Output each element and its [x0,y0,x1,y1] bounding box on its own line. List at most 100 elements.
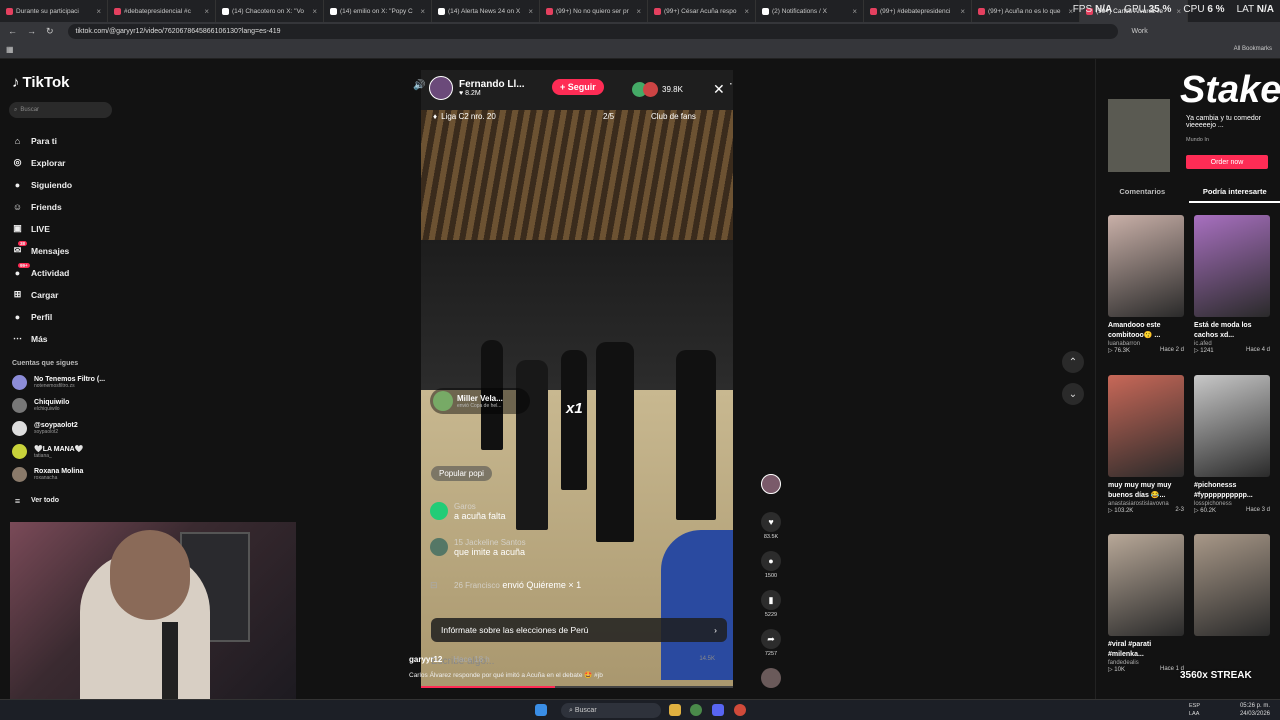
close-tab-icon[interactable]: × [852,7,857,16]
back-icon[interactable]: ← [8,26,17,37]
close-tab-icon[interactable]: × [636,7,641,16]
upload-icon: ⊞ [13,289,22,299]
avatar [12,398,27,413]
sidebar-item-cargar[interactable]: ⊞ Cargar [12,289,59,300]
tiktok-icon [654,7,661,15]
browser-tab[interactable]: (14) Alerta News 24 on X × [432,0,540,22]
comment-button[interactable]: ● 1500 [761,551,781,579]
recommended-video[interactable]: #pichonesss #fypppppppppp... losspichones… [1194,375,1270,514]
close-tab-icon[interactable]: × [420,7,425,16]
notification-badge: 99+ [18,263,30,268]
taskbar-search[interactable]: ⌕ Buscar [561,703,661,718]
close-icon[interactable]: ✕ [713,81,725,98]
url-input[interactable]: tiktok.com/@garyyr12/video/7620678645866… [67,24,1118,39]
bookmark-button[interactable]: ▮ 5229 [761,590,781,618]
creator-avatar[interactable] [429,76,453,100]
recommended-video[interactable]: Amandooo este combitooo😗 ... luanabarron ▷… [1108,215,1184,354]
tiktok-note-icon: ♪ [12,74,20,91]
sidebar-item-para-ti[interactable]: ⌂ Para ti [12,135,57,146]
close-tab-icon[interactable]: × [960,7,965,16]
close-tab-icon[interactable]: × [744,7,749,16]
live-video-player[interactable]: Fernando Ll... ♥ 8.2M + Seguir 39.8K ✕ ⋯… [421,70,733,688]
close-tab-icon[interactable]: × [528,7,533,16]
chrome-icon[interactable] [690,704,702,716]
file-explorer-icon[interactable] [669,704,681,716]
share-button[interactable]: ➦ 7257 [761,629,781,657]
chat-avatar [430,538,448,556]
all-bookmarks-button[interactable]: All Bookmarks [1234,46,1272,52]
browser-tab[interactable]: (2) Notifications / X × [756,0,864,22]
browser-icon[interactable] [734,704,746,716]
sidebar-item-siguiendo[interactable]: ● Siguiendo [12,179,72,190]
followed-account[interactable]: Roxana Molina roxanacha [12,467,83,482]
progress-fill [421,686,556,688]
discord-icon[interactable] [712,704,724,716]
creator-avatar-small[interactable] [761,474,781,494]
following-title: Cuentas que sigues [12,360,79,367]
sidebar-item-m-s[interactable]: ⋯ Más [12,333,48,344]
followed-account[interactable]: Chiquiwilo elchiquiwilo [12,398,69,413]
sidebar-item-explorar[interactable]: ◎ Explorar [12,157,66,168]
browser-tab[interactable]: (99+) No no quiero ser pr × [540,0,648,22]
ad-brand: Stake [1180,69,1280,111]
video-thumbnail [1194,215,1270,317]
close-tab-icon[interactable]: × [312,7,317,16]
reload-icon[interactable]: ↻ [46,26,54,37]
windows-start-icon[interactable] [535,704,547,716]
tab-comments[interactable]: Comentarios [1096,187,1189,203]
sidebar-item-live[interactable]: ▣ LIVE [12,223,50,234]
recommended-video[interactable] [1194,534,1270,636]
scroll-down-button[interactable]: ⌄ [1062,383,1084,405]
video-progress-bar[interactable] [421,686,733,688]
apps-icon[interactable]: ▦ [6,45,14,54]
tab-recommended[interactable]: Podría interesarte [1188,187,1280,203]
creator-name[interactable]: Fernando Ll... [459,79,525,90]
video-author[interactable]: garyyr12 · Hace 18 h [409,655,490,664]
taskbar-clock[interactable]: 05:26 p. m. 24/03/2026 [1240,702,1270,718]
notification-badge: 38 [18,241,28,246]
popular-tag[interactable]: Popular popi [431,466,492,481]
close-tab-icon[interactable]: × [204,7,209,16]
sponsored-ad[interactable]: Stake Ya cambia y tu comedor vieeeeejo .… [1108,69,1280,174]
league-badge[interactable]: ♦ Liga C2 nro. 20 [433,112,496,121]
tiktok-logo[interactable]: ♪ TikTok [12,74,69,91]
profile-button[interactable]: Work [1132,28,1148,35]
sidebar-item-mensajes[interactable]: ✉ 38 Mensajes [12,241,69,256]
right-panel: Stake Ya cambia y tu comedor vieeeeejo .… [1095,59,1280,699]
tiktok-icon [546,7,553,15]
followed-account[interactable]: No Tenemos Filtro (... notenemosfiltro.zs [12,375,105,390]
election-info-bar[interactable]: Infórmate sobre las elecciones de Perú › [431,618,727,642]
followed-account[interactable]: @soypaolot2 soypaolot2 [12,421,78,436]
scroll-up-button[interactable]: ⌃ [1062,351,1084,373]
follow-button[interactable]: + Seguir [552,79,604,95]
followed-account[interactable]: 🤍LA MANA🤍 tatiana_ [12,444,83,459]
recommended-video[interactable]: muy muy muy muy buenos días 😂... anastasi… [1108,375,1184,514]
profile-icon: ● [14,311,21,322]
sidebar-item-actividad[interactable]: ● 99+ Actividad [12,263,69,278]
viewer-count[interactable]: 39.8K [632,82,683,97]
browser-tab[interactable]: #debatepresidencial #c × [108,0,216,22]
bookmark-icon: ▮ [761,590,781,610]
forward-icon[interactable]: → [27,26,36,37]
fan-club-button[interactable]: Club de fans [651,112,696,121]
sidebar-item-friends[interactable]: ☺ Friends [12,201,62,212]
search-input[interactable]: ⌕ Buscar [9,102,112,118]
sidebar-item-perfil[interactable]: ● Perfil [12,311,52,322]
nav-buttons: ← → ↻ [8,26,54,37]
recommended-video[interactable]: Está de moda los cachos xd... ic.afed ▷ 12… [1194,215,1270,354]
language-indicator[interactable]: ESP LAA [1189,702,1200,718]
recommended-video[interactable]: #viral #parati #milenka... fandedealis ▷ 1… [1108,534,1184,673]
browser-tab[interactable]: (14) emilio on X: "Popy C × [324,0,432,22]
browser-tab[interactable]: (99+) #debatepresidenci × [864,0,972,22]
close-tab-icon[interactable]: × [96,7,101,16]
more-icon[interactable]: ⋯ [729,77,733,90]
browser-tab[interactable]: Durante su participaci × [0,0,108,22]
see-all-link[interactable]: ≡ Ver todo [12,495,59,506]
order-now-button[interactable]: Order now [1186,155,1268,169]
browser-tab[interactable]: (99+) Acuña no es lo que × [972,0,1080,22]
browser-tab[interactable]: (14) Chacotero on X: "Vo × [216,0,324,22]
browser-tab[interactable]: (99+) César Acuña respo × [648,0,756,22]
heart-button[interactable]: ♥ 83.5K [761,512,781,540]
music-disc[interactable] [761,668,781,688]
volume-icon[interactable]: 🔊 [413,80,425,91]
